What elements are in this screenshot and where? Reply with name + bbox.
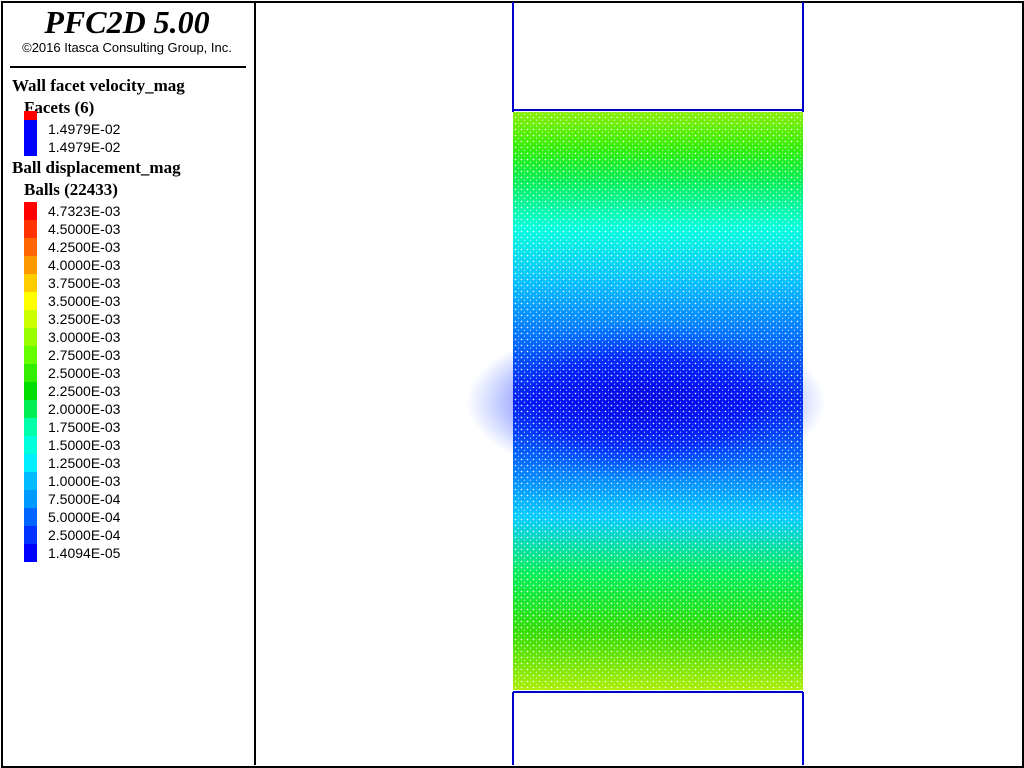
wall-legend-row: 1.4979E-02 (24, 111, 224, 138)
ball-legend-label: 1.7500E-03 (48, 419, 121, 435)
ball-color-swatch (24, 472, 37, 490)
ball-legend-row: 4.2500E-03 (24, 238, 224, 256)
wall-legend-title: Wall facet velocity_mag (12, 76, 185, 95)
ball-legend-row: 3.0000E-03 (24, 328, 224, 346)
ball-legend-row: 1.0000E-03 (24, 472, 224, 490)
ball-legend-row: 2.0000E-03 (24, 400, 224, 418)
ball-legend-label: 3.2500E-03 (48, 311, 121, 327)
ball-legend-label: 2.2500E-03 (48, 383, 121, 399)
ball-legend-label: 3.0000E-03 (48, 329, 121, 345)
ball-legend-row: 2.5000E-03 (24, 364, 224, 382)
copyright-text: ©2016 Itasca Consulting Group, Inc. (22, 40, 232, 55)
ball-legend-label: 4.7323E-03 (48, 203, 121, 219)
ball-legend-title: Ball displacement_mag (12, 158, 181, 177)
ball-color-swatch (24, 256, 37, 274)
ball-legend-label: 1.0000E-03 (48, 473, 121, 489)
balls-group-title: Balls (22433) (24, 180, 118, 199)
specimen (466, 112, 826, 690)
ball-color-swatch (24, 310, 37, 328)
ball-color-swatch (24, 544, 37, 562)
ball-color-swatch (24, 400, 37, 418)
app-title: PFC2D 5.00 (44, 4, 210, 40)
ball-legend-label: 3.7500E-03 (48, 275, 121, 291)
ball-legend-row: 1.5000E-03 (24, 436, 224, 454)
ball-color-swatch (24, 220, 37, 238)
ball-legend-label: 5.0000E-04 (48, 509, 121, 525)
ball-color-swatch (24, 292, 37, 310)
ball-legend-label: 2.7500E-03 (48, 347, 121, 363)
ball-color-swatch (24, 454, 37, 472)
ball-color-swatch (24, 238, 37, 256)
legend-panel: PFC2D 5.00 ©2016 Itasca Consulting Group… (2, 2, 256, 765)
ball-color-swatch (24, 490, 37, 508)
ball-legend-label: 1.5000E-03 (48, 437, 121, 453)
ball-legend-row: 2.2500E-03 (24, 382, 224, 400)
ball-color-swatch (24, 418, 37, 436)
ball-color-swatch (24, 436, 37, 454)
ball-legend-row: 4.5000E-03 (24, 220, 224, 238)
ball-legend-row: 3.7500E-03 (24, 274, 224, 292)
ball-legend-label: 7.5000E-04 (48, 491, 121, 507)
title-divider (10, 66, 246, 68)
ball-legend-label: 3.5000E-03 (48, 293, 121, 309)
ball-legend-label: 2.5000E-04 (48, 527, 121, 543)
ball-legend-row: 1.4094E-05 (24, 544, 224, 562)
model-view[interactable] (256, 2, 1020, 765)
wall-legend-label: 1.4979E-02 (48, 121, 121, 137)
ball-legend-row: 5.0000E-04 (24, 508, 224, 526)
ball-legend-row: 3.2500E-03 (24, 310, 224, 328)
ball-legend-row: 1.2500E-03 (24, 454, 224, 472)
wall-color-swatch (24, 120, 37, 138)
ball-color-swatch (24, 274, 37, 292)
ball-color-swatch (24, 202, 37, 220)
ball-legend-row: 2.5000E-04 (24, 526, 224, 544)
ball-legend-row: 2.7500E-03 (24, 346, 224, 364)
ball-legend-row: 4.0000E-03 (24, 256, 224, 274)
ball-color-swatch (24, 346, 37, 364)
ball-color-swatch (24, 508, 37, 526)
ball-color-swatch (24, 328, 37, 346)
ball-legend-row: 7.5000E-04 (24, 490, 224, 508)
plot-area[interactable] (256, 2, 1020, 765)
ball-legend-row: 4.7323E-03 (24, 202, 224, 220)
ball-color-swatch (24, 364, 37, 382)
wall-max-color-swatch (24, 111, 37, 120)
ball-legend-label: 2.0000E-03 (48, 401, 121, 417)
ball-color-swatch (24, 382, 37, 400)
ball-color-swatch (24, 526, 37, 544)
ball-legend-row: 1.7500E-03 (24, 418, 224, 436)
ball-legend-row: 3.5000E-03 (24, 292, 224, 310)
wall-legend-row: 1.4979E-02 (24, 138, 224, 156)
wall-color-swatch (24, 138, 37, 156)
ball-legend-label: 1.4094E-05 (48, 545, 121, 561)
ball-legend-label: 4.0000E-03 (48, 257, 121, 273)
ball-legend-label: 2.5000E-03 (48, 365, 121, 381)
wall-legend-label: 1.4979E-02 (48, 139, 121, 155)
ball-legend-label: 4.2500E-03 (48, 239, 121, 255)
ball-legend-label: 4.5000E-03 (48, 221, 121, 237)
ball-legend-label: 1.2500E-03 (48, 455, 121, 471)
